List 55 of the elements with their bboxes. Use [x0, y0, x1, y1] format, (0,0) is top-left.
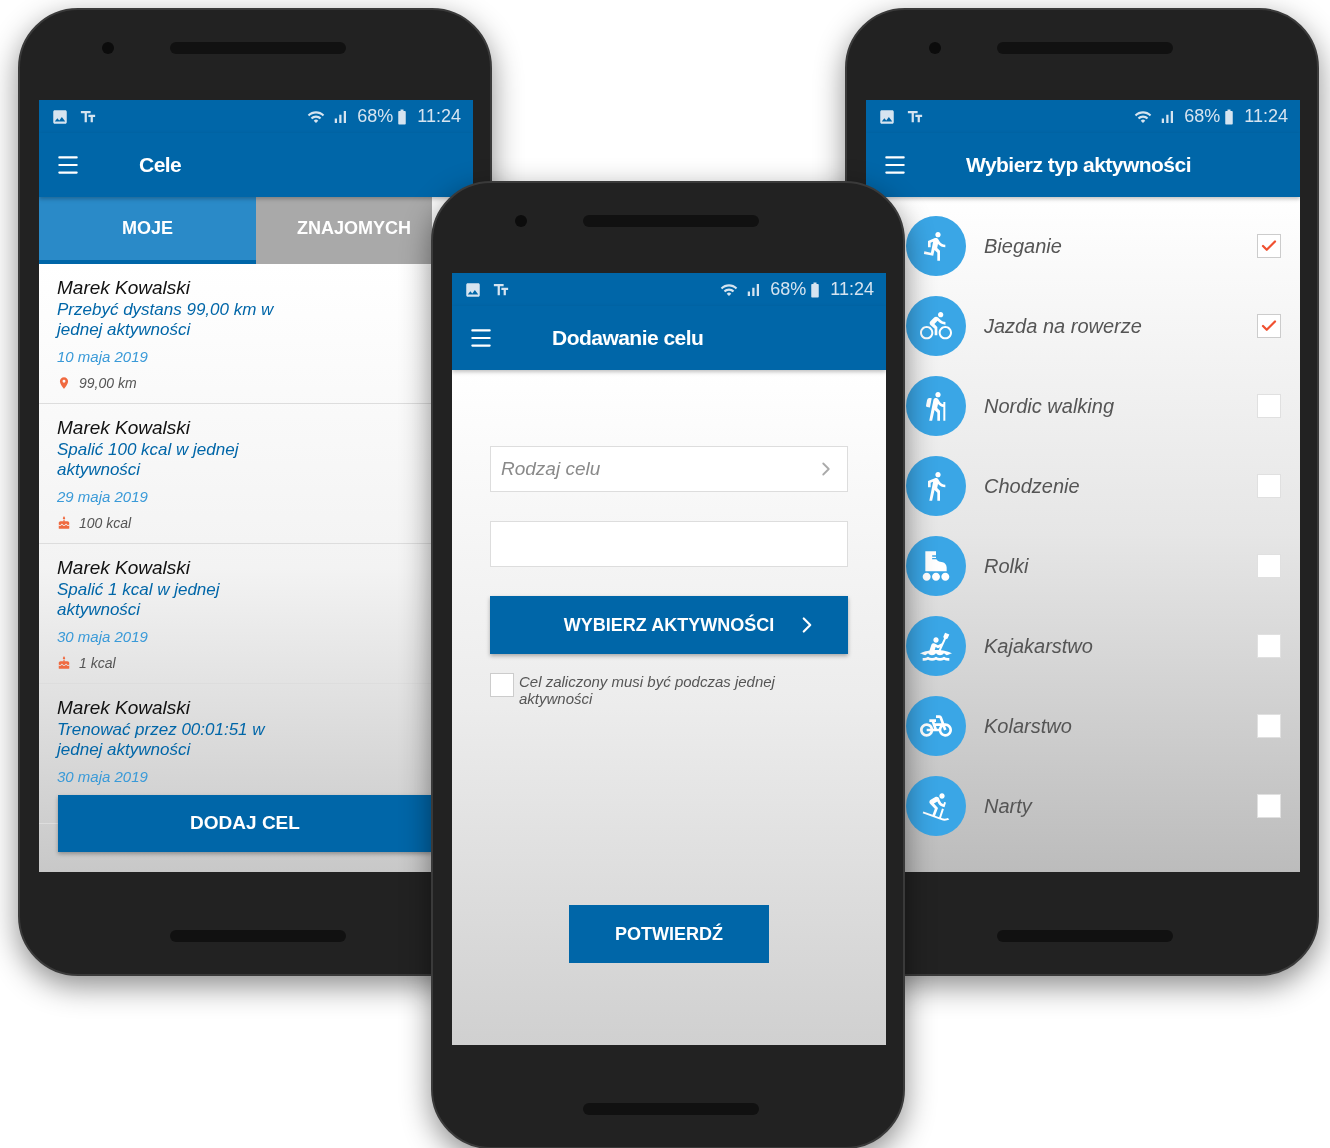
goal-type-icon [57, 516, 71, 530]
image-icon [51, 107, 69, 126]
checkbox[interactable] [1257, 394, 1281, 418]
goal-owner: Marek Kowalski [57, 696, 192, 720]
goal-amount: 1 kcal [79, 653, 116, 673]
goal-date: 10 maja 2019 [57, 347, 149, 367]
checkbox[interactable] [1257, 554, 1281, 578]
screen-title: Wybierz typ aktywności [966, 152, 1191, 179]
goal-owner: Marek Kowalski [57, 416, 192, 440]
goal-value-field[interactable] [490, 521, 848, 567]
choose-activities-button[interactable]: WYBIERZ AKTYWNOŚCI [490, 596, 848, 654]
goal-date: 29 maja 2019 [57, 487, 149, 507]
goal-description: Spalić 100 kcal w jednej aktywności [57, 440, 240, 480]
goal-amount: 99,00 km [79, 373, 137, 393]
add-goal-button[interactable]: DODAJ CEL [58, 795, 432, 852]
checkbox[interactable] [1257, 234, 1281, 258]
tab[interactable]: MOJE [39, 197, 256, 264]
confirm-button[interactable]: POTWIERDŹ [569, 905, 769, 963]
goal-type-field[interactable]: Rodzaj celu [490, 446, 848, 492]
screen-title: Cele [139, 152, 182, 179]
checkbox[interactable] [1257, 314, 1281, 338]
activity-label: Rolki [984, 554, 1030, 579]
goal-type-icon [57, 656, 71, 670]
goal-description: Przebyć dystans 99,00 km w jednej aktywności [57, 300, 275, 340]
goal-owner: Marek Kowalski [57, 556, 192, 580]
image-icon [464, 280, 482, 299]
goal-date: 30 maja 2019 [57, 627, 149, 647]
checkbox[interactable] [1257, 714, 1281, 738]
activity-label: Kolarstwo [984, 714, 1073, 739]
goal-type-input[interactable]: Rodzaj celu [501, 454, 815, 484]
clock-time: 11:24 [1244, 105, 1288, 128]
goal-type-icon [57, 376, 71, 390]
goal-description: Spalić 1 kcal w jednej aktywności [57, 580, 221, 620]
goal-date: 30 maja 2019 [57, 767, 149, 787]
checkbox-label: Cel zaliczony musi być podczas jednej aktywności [519, 673, 776, 707]
battery-percent: 68% [770, 278, 807, 301]
battery-percent: 68% [1184, 105, 1221, 128]
goal-owner: Marek Kowalski [57, 276, 192, 300]
goal-description: Trenować przez 00:01:51 w jednej aktywności [57, 720, 267, 760]
checkbox[interactable] [1257, 794, 1281, 818]
activity-label: Bieganie [984, 234, 1063, 259]
clock-time: 11:24 [417, 105, 461, 128]
activity-label: Chodzenie [984, 474, 1081, 499]
screen-title: Dodawanie celu [552, 325, 704, 352]
activity-label: Narty [984, 794, 1034, 819]
clock-time: 11:24 [830, 278, 874, 301]
checkbox[interactable] [1257, 474, 1281, 498]
goal-amount: 100 kcal [79, 513, 132, 533]
checkbox[interactable] [490, 673, 514, 697]
image-icon [878, 107, 896, 126]
battery-percent: 68% [357, 105, 394, 128]
activity-label: Jazda na rowerze [984, 314, 1143, 339]
activity-label: Nordic walking [984, 394, 1116, 419]
activity-label: Kajakarstwo [984, 634, 1094, 659]
checkbox[interactable] [1257, 634, 1281, 658]
